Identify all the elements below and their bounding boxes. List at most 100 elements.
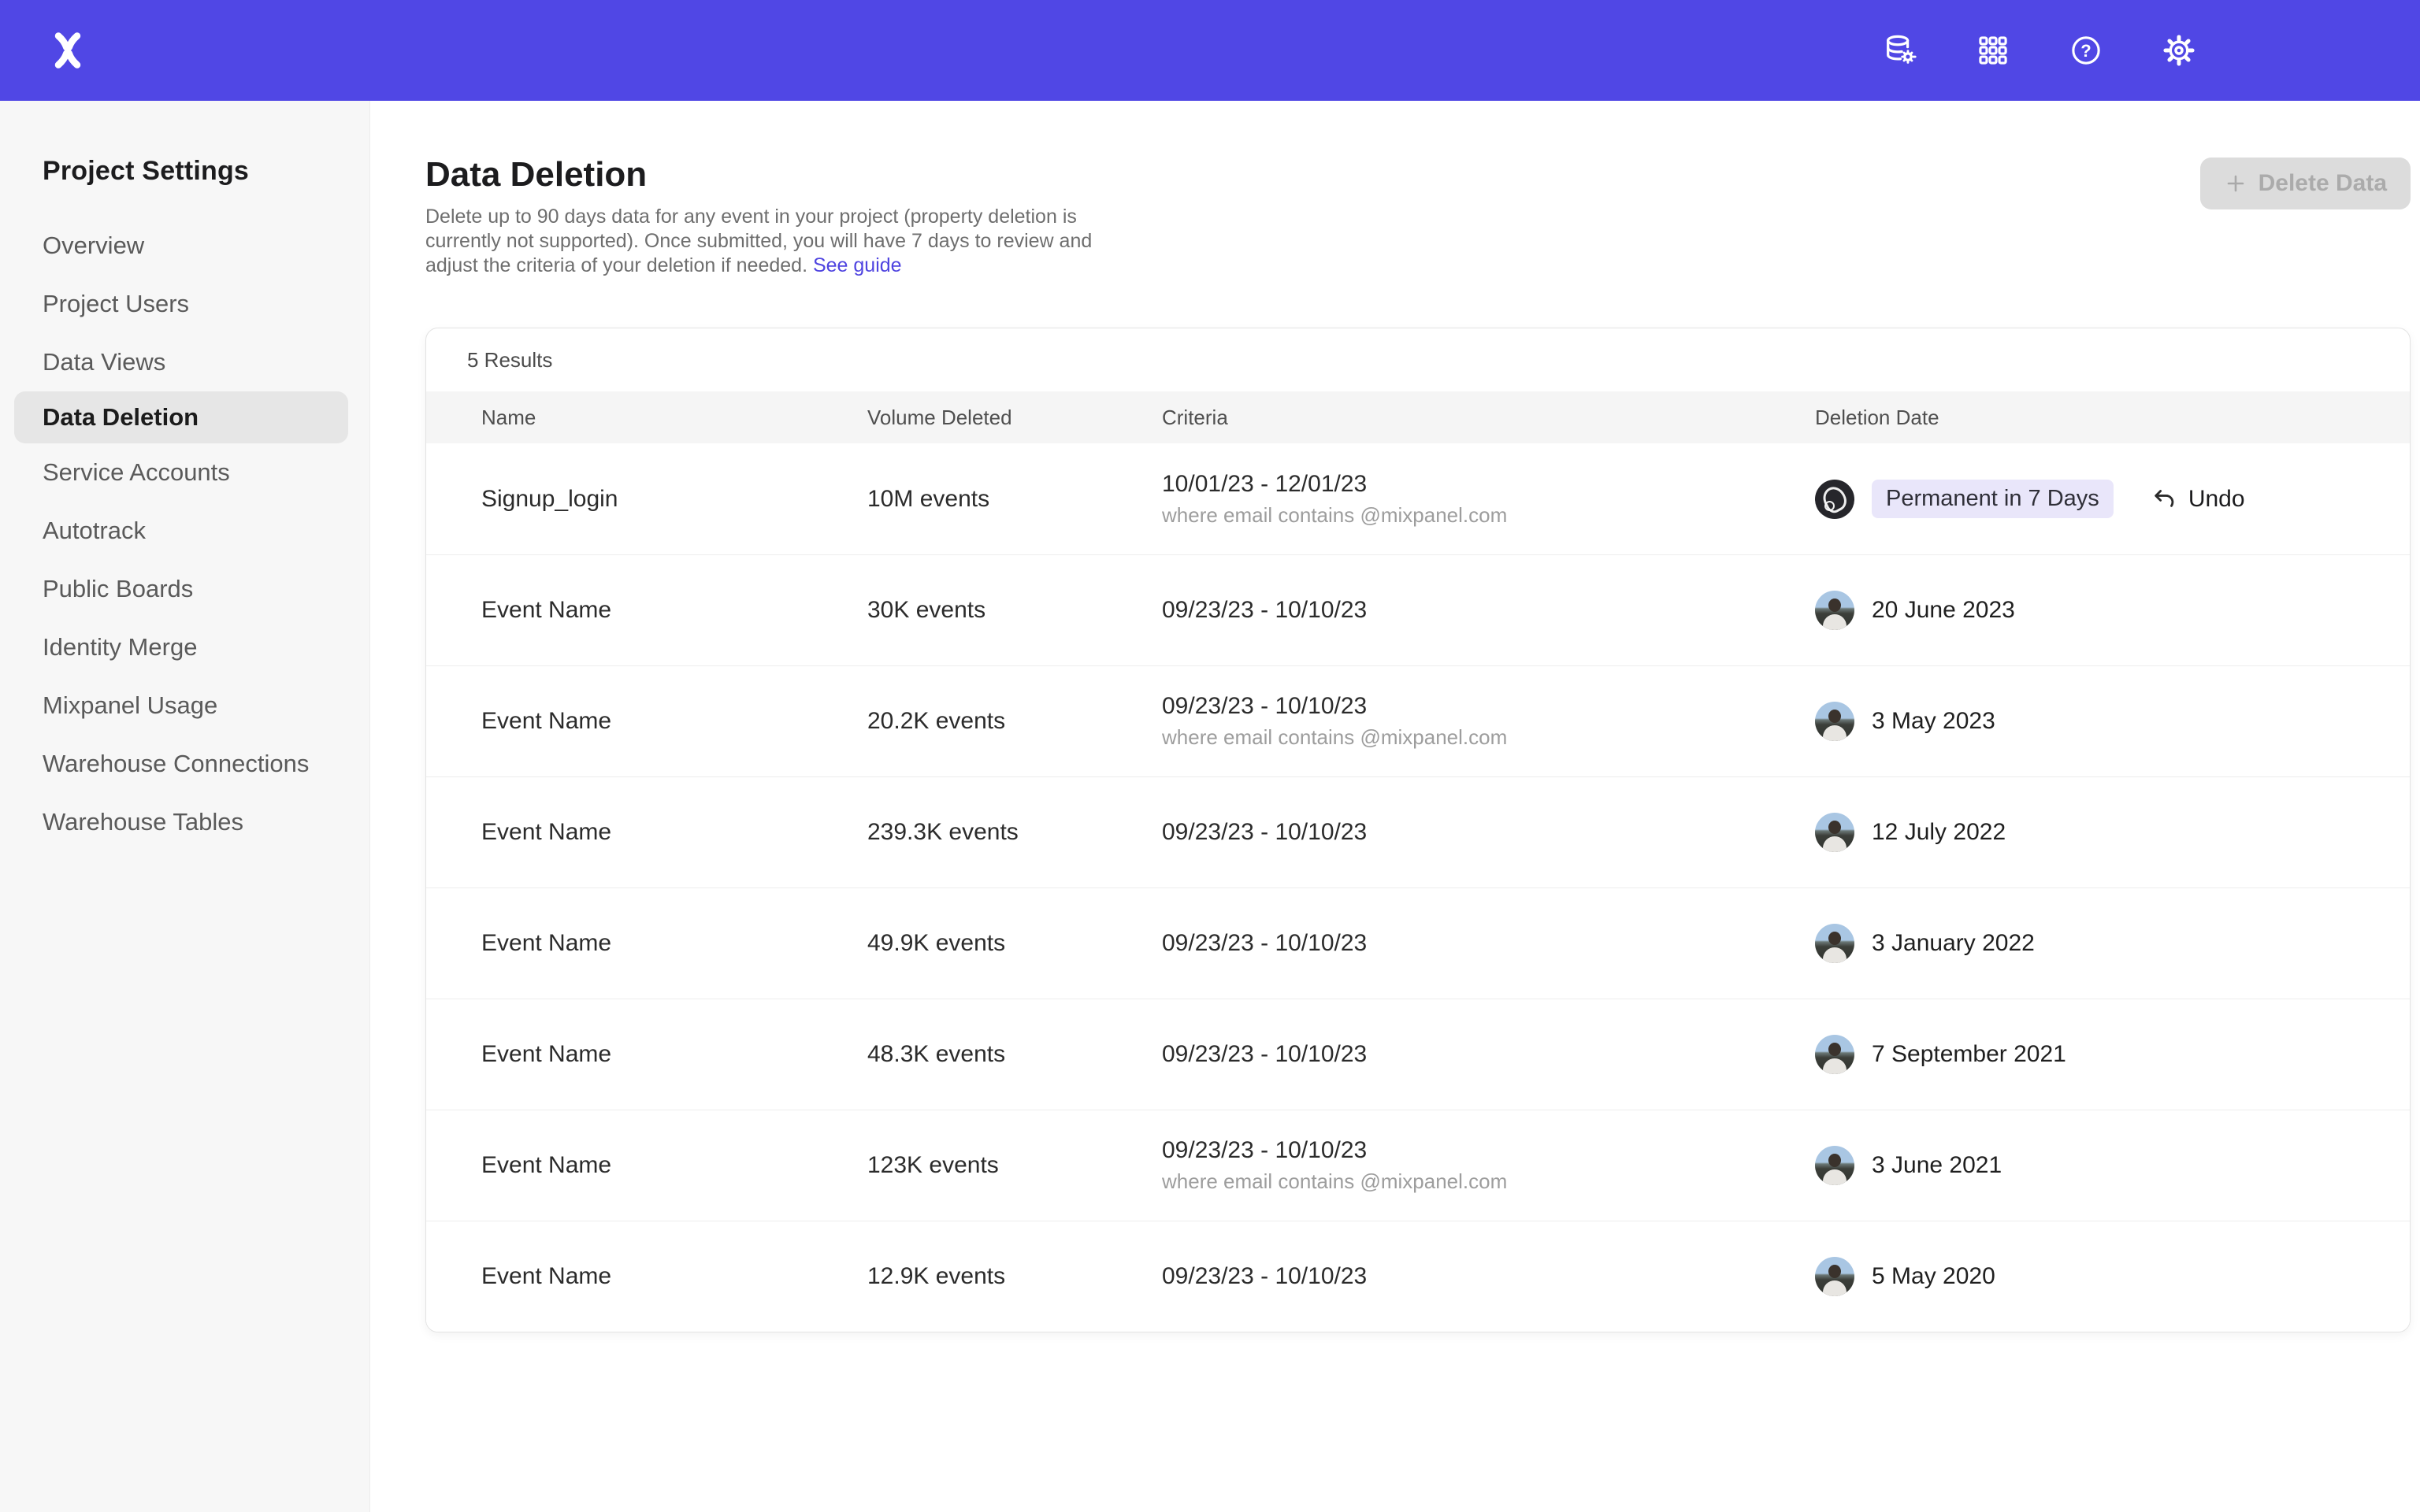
deletion-date-text: 7 September 2021	[1872, 1041, 2066, 1068]
sidebar-item-data-deletion[interactable]: Data Deletion	[14, 391, 348, 443]
page-title: Data Deletion	[425, 154, 2411, 195]
sidebar-item-label: Overview	[43, 232, 144, 260]
mixpanel-x-icon	[47, 30, 88, 71]
undo-label: Undo	[2188, 486, 2245, 513]
table-row: Event Name 30K events 09/23/23 - 10/10/2…	[426, 554, 2410, 665]
page-description-text: Delete up to 90 days data for any event …	[425, 206, 1092, 276]
volume-deleted-cell: 48.3K events	[867, 1041, 1162, 1068]
criteria-date-range: 09/23/23 - 10/10/23	[1162, 693, 1815, 720]
plus-icon	[2224, 172, 2247, 195]
event-name-cell: Event Name	[481, 1152, 867, 1179]
table-row: Event Name 12.9K events 09/23/23 - 10/10…	[426, 1221, 2410, 1332]
sidebar-item-data-views[interactable]: Data Views	[0, 333, 369, 391]
deletion-date-cell: 12 July 2022	[1815, 813, 2378, 852]
criteria-cell: 10/01/23 - 12/01/23 where email contains…	[1162, 471, 1815, 528]
event-name-cell: Event Name	[481, 930, 867, 957]
person-photo-avatar	[1815, 813, 1854, 852]
help-button[interactable]: ?	[2068, 32, 2104, 69]
sidebar-item-warehouse-connections[interactable]: Warehouse Connections	[0, 735, 369, 793]
table-body: Signup_login 10M events 10/01/23 - 12/01…	[426, 443, 2410, 1332]
column-header-volume-deleted: Volume Deleted	[867, 406, 1162, 430]
apps-grid-button[interactable]	[1975, 32, 2011, 69]
sidebar-item-identity-merge[interactable]: Identity Merge	[0, 618, 369, 676]
criteria-cell: 09/23/23 - 10/10/23 where email contains…	[1162, 1137, 1815, 1194]
volume-deleted-cell: 123K events	[867, 1152, 1162, 1179]
sidebar-item-overview[interactable]: Overview	[0, 217, 369, 275]
criteria-condition: where email contains @mixpanel.com	[1162, 1169, 1815, 1194]
delete-data-button[interactable]: Delete Data	[2200, 158, 2411, 209]
see-guide-link[interactable]: See guide	[813, 254, 902, 276]
deletion-date-cell: 3 May 2023	[1815, 702, 2378, 741]
criteria-date-range: 09/23/23 - 10/10/23	[1162, 1263, 1815, 1290]
deletion-date-text: 12 July 2022	[1872, 819, 2006, 846]
criteria-cell: 09/23/23 - 10/10/23	[1162, 930, 1815, 957]
event-name-cell: Event Name	[481, 1263, 867, 1290]
sidebar-item-label: Project Users	[43, 290, 189, 318]
undo-button[interactable]: Undo	[2151, 486, 2245, 513]
sidebar-item-label: Autotrack	[43, 517, 146, 545]
table-row: Event Name 123K events 09/23/23 - 10/10/…	[426, 1110, 2410, 1221]
event-name-cell: Event Name	[481, 708, 867, 735]
column-header-name: Name	[481, 406, 867, 430]
criteria-condition: where email contains @mixpanel.com	[1162, 503, 1815, 528]
delete-data-button-label: Delete Data	[2259, 170, 2387, 197]
table-row: Event Name 20.2K events 09/23/23 - 10/10…	[426, 665, 2410, 776]
criteria-date-range: 09/23/23 - 10/10/23	[1162, 597, 1815, 624]
criteria-cell: 09/23/23 - 10/10/23	[1162, 1263, 1815, 1290]
sidebar-item-label: Identity Merge	[43, 633, 197, 662]
sidebar-item-warehouse-tables[interactable]: Warehouse Tables	[0, 793, 369, 851]
data-management-button[interactable]	[1882, 32, 1918, 69]
deletion-date-cell: 5 May 2020	[1815, 1257, 2378, 1296]
deletion-date-cell: 20 June 2023	[1815, 591, 2378, 630]
table-row: Event Name 48.3K events 09/23/23 - 10/10…	[426, 999, 2410, 1110]
main-content: Data Deletion Delete up to 90 days data …	[370, 101, 2420, 1512]
event-name-cell: Signup_login	[481, 486, 867, 513]
criteria-cell: 09/23/23 - 10/10/23	[1162, 819, 1815, 846]
column-header-deletion-date: Deletion Date	[1815, 406, 2378, 430]
sidebar-item-autotrack[interactable]: Autotrack	[0, 502, 369, 560]
deletion-date-cell: 3 June 2021	[1815, 1146, 2378, 1185]
person-photo-avatar	[1815, 1257, 1854, 1296]
volume-deleted-cell: 49.9K events	[867, 930, 1162, 957]
volume-deleted-cell: 12.9K events	[867, 1263, 1162, 1290]
top-navigation-bar: ?	[0, 0, 2420, 101]
topbar-icon-group: ?	[1882, 0, 2197, 101]
criteria-date-range: 09/23/23 - 10/10/23	[1162, 1041, 1815, 1068]
sidebar-item-label: Data Views	[43, 348, 165, 376]
sidebar-item-service-accounts[interactable]: Service Accounts	[0, 443, 369, 502]
event-name-cell: Event Name	[481, 597, 867, 624]
sidebar-item-public-boards[interactable]: Public Boards	[0, 560, 369, 618]
sidebar: Project Settings Overview Project Users …	[0, 101, 370, 1512]
table-row: Event Name 239.3K events 09/23/23 - 10/1…	[426, 776, 2410, 888]
sidebar-nav: Overview Project Users Data Views Data D…	[0, 217, 369, 851]
deletion-date-text: 5 May 2020	[1872, 1263, 1995, 1290]
volume-deleted-cell: 239.3K events	[867, 819, 1162, 846]
criteria-cell: 09/23/23 - 10/10/23	[1162, 1041, 1815, 1068]
sidebar-item-project-users[interactable]: Project Users	[0, 275, 369, 333]
gear-icon	[2161, 32, 2197, 69]
svg-text:?: ?	[2080, 41, 2091, 61]
help-icon: ?	[2069, 33, 2103, 68]
person-photo-avatar	[1815, 702, 1854, 741]
mixpanel-logo[interactable]	[46, 28, 90, 72]
table-header: Name Volume Deleted Criteria Deletion Da…	[426, 391, 2410, 443]
sidebar-item-label: Mixpanel Usage	[43, 691, 217, 720]
criteria-cell: 09/23/23 - 10/10/23	[1162, 597, 1815, 624]
deletion-date-cell: 7 September 2021	[1815, 1035, 2378, 1074]
criteria-condition: where email contains @mixpanel.com	[1162, 725, 1815, 750]
deletion-date-cell: 3 January 2022	[1815, 924, 2378, 963]
table-row: Signup_login 10M events 10/01/23 - 12/01…	[426, 443, 2410, 554]
undo-icon	[2151, 486, 2178, 513]
criteria-date-range: 10/01/23 - 12/01/23	[1162, 471, 1815, 498]
criteria-date-range: 09/23/23 - 10/10/23	[1162, 819, 1815, 846]
sidebar-item-mixpanel-usage[interactable]: Mixpanel Usage	[0, 676, 369, 735]
person-photo-avatar	[1815, 1035, 1854, 1074]
event-name-cell: Event Name	[481, 819, 867, 846]
deletion-date-text: 3 May 2023	[1872, 708, 1995, 735]
event-name-cell: Event Name	[481, 1041, 867, 1068]
page-description: Delete up to 90 days data for any event …	[425, 205, 1134, 278]
volume-deleted-cell: 10M events	[867, 486, 1162, 513]
criteria-cell: 09/23/23 - 10/10/23 where email contains…	[1162, 693, 1815, 750]
grid-icon	[1976, 34, 2010, 67]
settings-button[interactable]	[2161, 32, 2197, 69]
